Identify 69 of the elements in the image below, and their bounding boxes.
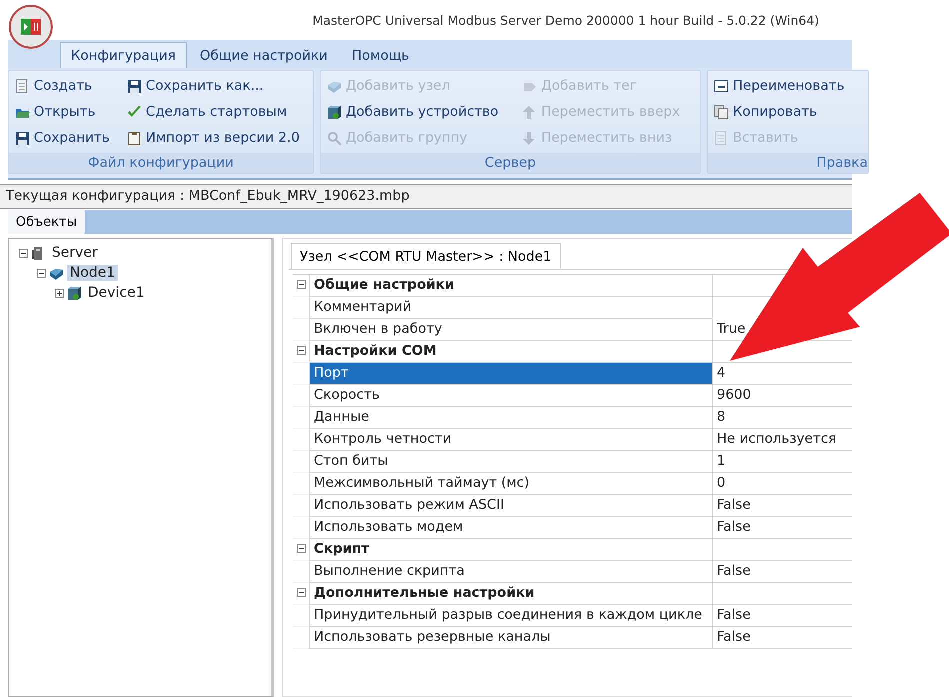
property-name[interactable]: Данные	[309, 407, 712, 429]
ribbon-button[interactable]: Создать	[13, 73, 120, 99]
tree-item[interactable]: Node1	[67, 265, 118, 281]
section-header: Дополнительные настройки	[309, 583, 712, 605]
property-name[interactable]: Контроль четности	[309, 429, 712, 451]
property-name[interactable]: Стоп биты	[309, 451, 712, 473]
ribbon-button[interactable]: Копировать	[712, 99, 864, 125]
collapse-icon[interactable]	[296, 588, 306, 597]
property-value[interactable]: 1	[717, 453, 726, 469]
property-value[interactable]: False	[717, 563, 751, 579]
property-name[interactable]: Комментарий	[309, 297, 712, 319]
property-value[interactable]: False	[717, 519, 751, 535]
ribbon-button[interactable]: Добавить устройство	[325, 99, 514, 125]
group-label: Сервер	[321, 153, 700, 173]
window-title: MasterOPC Universal Modbus Server Demo 200000 1 hour Build - 5.0.22 (Win64)	[312, 12, 820, 28]
property-value[interactable]: False	[717, 607, 751, 623]
ribbon-tab[interactable]: Конфигурация	[60, 42, 187, 68]
tree-item[interactable]: Server	[49, 245, 101, 261]
group-label: Файл конфигурации	[9, 153, 313, 173]
document-icon	[714, 130, 729, 146]
ribbon-button[interactable]: Сохранить как...	[125, 73, 309, 99]
rename-icon	[714, 78, 729, 94]
property-value[interactable]: 8	[717, 409, 726, 425]
tree-item[interactable]: Device1	[85, 285, 148, 301]
property-value[interactable]: 9600	[717, 387, 752, 403]
clipboard-icon	[127, 130, 142, 146]
ribbon-button[interactable]: Сохранить	[13, 125, 120, 151]
ribbon-button[interactable]: Открыть	[13, 99, 120, 125]
property-name[interactable]: Использовать режим ASCII	[309, 495, 712, 517]
expand-icon[interactable]	[55, 288, 64, 298]
cube-icon	[327, 104, 342, 120]
ribbon-tab[interactable]: Общие настройки	[189, 42, 339, 68]
checkmark-icon	[127, 104, 142, 120]
property-value[interactable]: False	[717, 497, 751, 513]
magnifier-icon	[327, 130, 342, 146]
collapse-icon[interactable]	[296, 346, 306, 355]
property-value[interactable]: 0	[717, 475, 726, 491]
property-name[interactable]: Принудительный разрыв соединения в каждом цикле	[309, 605, 712, 627]
property-value[interactable]: True	[717, 321, 746, 337]
collapse-icon[interactable]	[19, 248, 28, 258]
up-arrow-icon	[522, 104, 538, 120]
panel-tab[interactable]: Объекты	[8, 210, 86, 234]
property-name[interactable]: Порт	[309, 363, 712, 385]
property-value[interactable]: 4	[717, 365, 726, 381]
property-name[interactable]: Выполнение скрипта	[309, 561, 712, 583]
section-header: Скрипт	[309, 539, 712, 561]
ribbon-button[interactable]: Импорт из версии 2.0	[125, 125, 309, 151]
property-name[interactable]: Использовать резервные каналы	[309, 627, 712, 649]
copy-icon	[714, 104, 729, 120]
ribbon-button[interactable]: Сделать стартовым	[125, 99, 309, 125]
property-name[interactable]: Использовать модем	[309, 517, 712, 539]
section-header: Общие настройки	[309, 275, 712, 297]
ribbon-button[interactable]: Переименовать	[712, 73, 864, 99]
current-config-bar: Текущая конфигурация : MBConf_Ebuk_MRV_190623.mbp	[0, 184, 852, 209]
editor-tab[interactable]: Узел <<COM RTU Master>> : Node1	[291, 243, 561, 269]
property-name[interactable]: Межсимвольный таймаут (мс)	[309, 473, 712, 495]
property-value[interactable]: Не используется	[717, 431, 836, 447]
collapse-icon[interactable]	[296, 544, 306, 553]
group-label: Правка	[708, 153, 868, 173]
document-icon	[15, 78, 30, 94]
cube-icon	[67, 286, 82, 300]
ribbon-tab[interactable]: Помощь	[340, 42, 420, 68]
property-name[interactable]: Скорость	[309, 385, 712, 407]
collapse-icon[interactable]	[37, 268, 46, 278]
property-value[interactable]: False	[717, 629, 751, 645]
section-header: Настройки COM	[309, 341, 712, 363]
property-name[interactable]: Включен в работу	[309, 319, 712, 341]
down-arrow-icon	[522, 130, 538, 146]
collapse-icon[interactable]	[296, 280, 306, 289]
